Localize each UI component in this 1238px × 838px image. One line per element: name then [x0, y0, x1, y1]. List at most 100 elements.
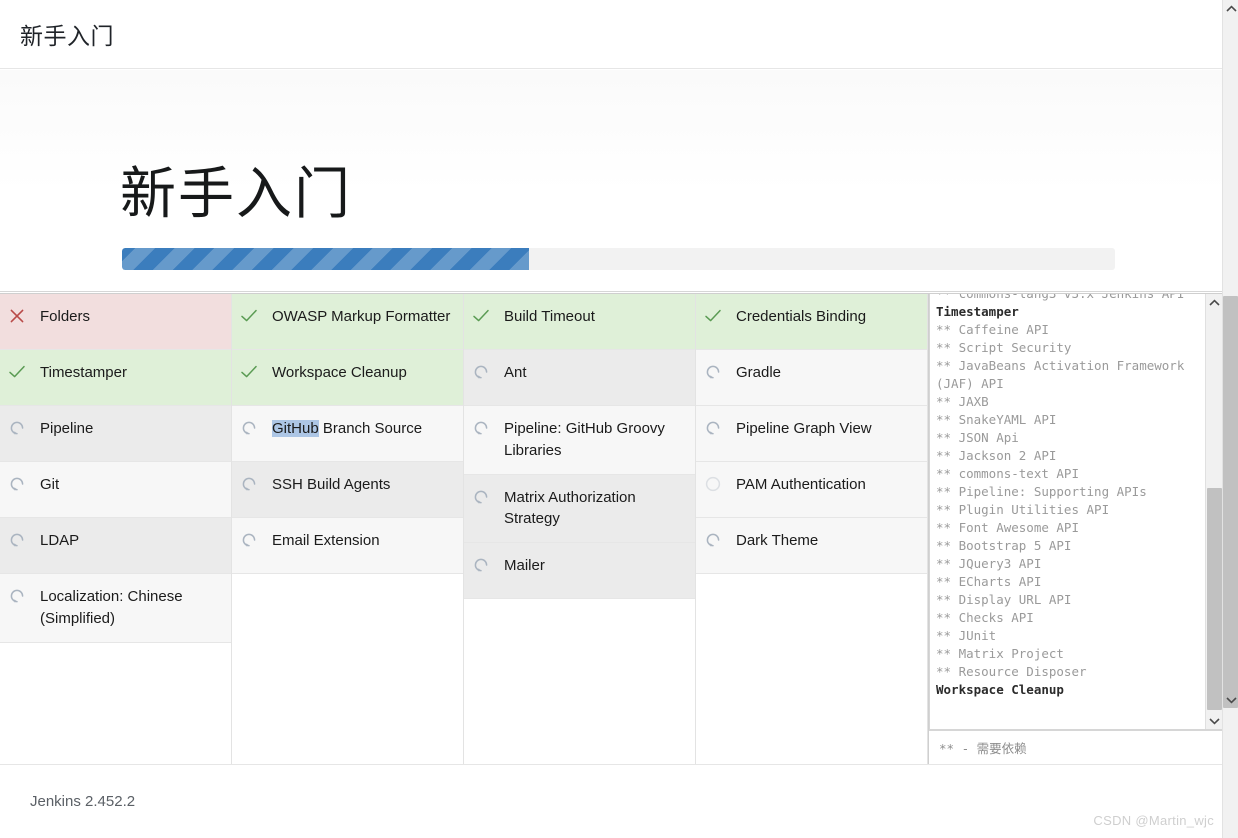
page-scroll-down-arrow-icon[interactable]	[1223, 691, 1238, 708]
log-dependency-line: ** Jackson 2 API	[936, 447, 1201, 465]
plugin-status-cell: Localization: Chinese (Simplified)	[0, 574, 231, 643]
plugin-status-cell: Pipeline: GitHub Groovy Libraries	[464, 406, 695, 475]
hero-section: 新手入门	[0, 70, 1222, 292]
plugin-name-label: Timestamper	[40, 362, 221, 384]
spinner-icon	[704, 419, 730, 439]
log-dependency-line: ** commons-lang3 v3.x Jenkins API	[936, 294, 1201, 303]
plugin-status-cell: LDAP	[0, 518, 231, 574]
jenkins-version-label: Jenkins 2.452.2	[30, 793, 135, 810]
plugin-status-cell: OWASP Markup Formatter	[232, 294, 463, 350]
plugin-status-cell: GitHub Branch Source	[232, 406, 463, 462]
plugin-name-label: Folders	[40, 306, 221, 328]
log-scroll-region[interactable]: ** commons-lang3 v3.x Jenkins APITimesta…	[929, 294, 1222, 730]
plugin-name-label: LDAP	[40, 530, 221, 552]
log-dependency-line: ** ECharts API	[936, 573, 1201, 591]
plugin-status-cell: Timestamper	[0, 350, 231, 406]
spinner-icon	[8, 531, 34, 551]
plugin-name-label: GitHub Branch Source	[272, 418, 453, 440]
log-scrollbar-thumb[interactable]	[1207, 488, 1222, 710]
spinner-icon	[704, 363, 730, 383]
plugin-status-cell: Git	[0, 462, 231, 518]
page-footer: Jenkins 2.452.2	[0, 764, 1222, 838]
log-dependency-line: ** JSON Api	[936, 429, 1201, 447]
plugin-name-label: Ant	[504, 362, 685, 384]
spinner-icon	[8, 419, 34, 439]
app-header: 新手入门	[0, 0, 1222, 69]
log-dependency-line: ** Resource Disposer	[936, 663, 1201, 681]
spinner-icon	[8, 587, 34, 607]
plugin-name-label: Workspace Cleanup	[272, 362, 453, 384]
log-dependency-line: ** Display URL API	[936, 591, 1201, 609]
page-title: 新手入门	[20, 17, 114, 51]
scroll-down-arrow-icon[interactable]	[1206, 712, 1222, 729]
log-dependency-line: ** Bootstrap 5 API	[936, 537, 1201, 555]
log-plugin-line: Workspace Cleanup	[936, 681, 1201, 699]
install-progress-fill	[122, 248, 529, 270]
log-dependency-line: ** Matrix Project	[936, 645, 1201, 663]
spinner-icon	[240, 419, 266, 439]
install-progress-bar	[122, 248, 1115, 270]
plugin-column: Build Timeout Ant Pipeline: GitHub Groovy …	[464, 294, 696, 764]
check-icon	[472, 307, 498, 327]
plugin-name-label: Build Timeout	[504, 306, 685, 328]
install-log-panel: ** commons-lang3 v3.x Jenkins APITimesta…	[928, 294, 1222, 764]
plugin-column: Credentials Binding Gradle Pipeline Graph …	[696, 294, 928, 764]
check-icon	[8, 363, 34, 383]
check-icon	[704, 307, 730, 327]
plugin-name-label: PAM Authentication	[736, 474, 917, 496]
check-icon	[240, 307, 266, 327]
log-dependency-line: ** JQuery3 API	[936, 555, 1201, 573]
spinner-icon	[472, 488, 498, 508]
circle-icon	[704, 475, 730, 495]
log-dependency-line: ** Font Awesome API	[936, 519, 1201, 537]
log-dependency-line: ** Plugin Utilities API	[936, 501, 1201, 519]
hero-title: 新手入门	[120, 165, 352, 224]
log-dependency-line: ** JavaBeans Activation Framework (JAF) …	[936, 357, 1201, 393]
plugin-name-label: Gradle	[736, 362, 917, 384]
spinner-icon	[240, 531, 266, 551]
cross-icon	[8, 307, 34, 327]
plugin-status-cell: Credentials Binding	[696, 294, 927, 350]
plugin-name-label: Git	[40, 474, 221, 496]
log-dependency-line: ** commons-text API	[936, 465, 1201, 483]
plugin-install-area: Folders Timestamper Pipeline Git LDAP Localiz…	[0, 293, 1222, 763]
spinner-icon	[472, 419, 498, 439]
plugin-status-cell: Pipeline	[0, 406, 231, 462]
plugin-name-label: Pipeline	[40, 418, 221, 440]
plugin-name-label: Email Extension	[272, 530, 453, 552]
plugin-status-cell: PAM Authentication	[696, 462, 927, 518]
log-scrollbar[interactable]	[1205, 294, 1222, 729]
page-scrollbar-thumb[interactable]	[1223, 296, 1238, 708]
plugin-name-label: Pipeline Graph View	[736, 418, 917, 440]
log-dependency-line: ** Checks API	[936, 609, 1201, 627]
plugin-status-cell: Workspace Cleanup	[232, 350, 463, 406]
plugin-status-cell: Folders	[0, 294, 231, 350]
log-footer-note: ** - 需要依赖	[929, 730, 1222, 764]
check-icon	[240, 363, 266, 383]
plugin-name-label: Dark Theme	[736, 530, 917, 552]
spinner-icon	[8, 475, 34, 495]
plugin-status-cell: Gradle	[696, 350, 927, 406]
plugin-status-cell: Pipeline Graph View	[696, 406, 927, 462]
page-scrollbar[interactable]	[1222, 0, 1238, 838]
plugin-status-cell: Mailer	[464, 543, 695, 599]
plugin-status-cell: Matrix Authorization Strategy	[464, 475, 695, 544]
plugin-name-label: Pipeline: GitHub Groovy Libraries	[504, 418, 685, 462]
log-dependency-line: ** Caffeine API	[936, 321, 1201, 339]
spinner-icon	[472, 556, 498, 576]
plugin-status-cell: Dark Theme	[696, 518, 927, 574]
log-dependency-line: ** JUnit	[936, 627, 1201, 645]
plugin-name-label: Localization: Chinese (Simplified)	[40, 586, 221, 630]
plugin-name-label: OWASP Markup Formatter	[272, 306, 453, 328]
plugin-column: Folders Timestamper Pipeline Git LDAP Localiz…	[0, 294, 232, 764]
watermark-label: CSDN @Martin_wjc	[1093, 813, 1214, 828]
jenkins-setup-wizard: 新手入门 新手入门 Folders Timestamper Pipeline Git L…	[0, 0, 1238, 838]
plugin-name-label: Matrix Authorization Strategy	[504, 487, 685, 531]
plugin-status-cell: SSH Build Agents	[232, 462, 463, 518]
spinner-icon	[472, 363, 498, 383]
spinner-icon	[704, 531, 730, 551]
page-scroll-up-arrow-icon[interactable]	[1223, 0, 1238, 17]
spinner-icon	[240, 475, 266, 495]
scroll-up-arrow-icon[interactable]	[1206, 294, 1222, 311]
plugin-status-grid: Folders Timestamper Pipeline Git LDAP Localiz…	[0, 294, 928, 764]
